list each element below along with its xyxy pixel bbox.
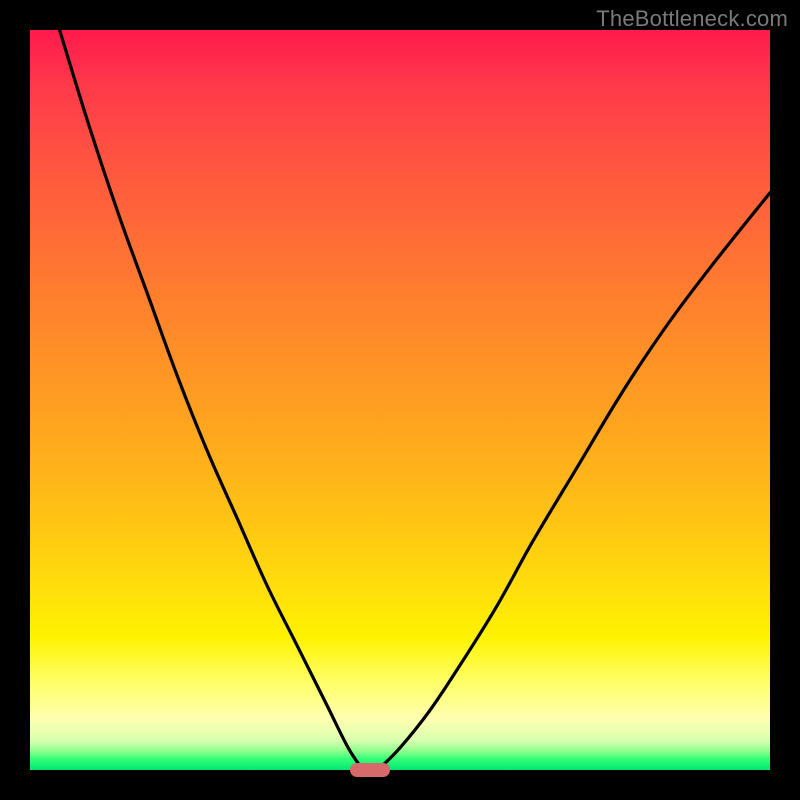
curve-left-branch (60, 30, 363, 770)
curve-right-branch (378, 193, 770, 770)
bottleneck-curve (30, 30, 770, 770)
plot-area (30, 30, 770, 770)
minimum-marker (350, 763, 390, 777)
watermark-text: TheBottleneck.com (596, 6, 788, 32)
chart-container: TheBottleneck.com (0, 0, 800, 800)
